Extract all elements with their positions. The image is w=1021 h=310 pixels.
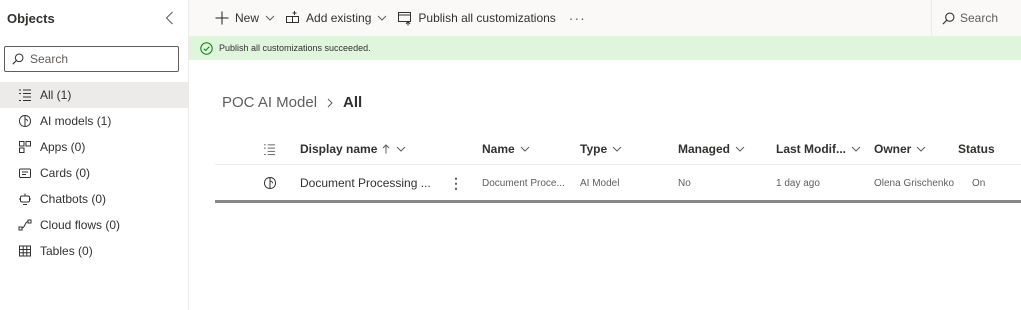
new-button[interactable]: New — [209, 0, 280, 36]
plus-icon — [214, 10, 230, 26]
apps-grid-icon — [18, 140, 32, 154]
flow-icon — [18, 218, 32, 232]
column-header-label: Name — [482, 142, 515, 156]
sidebar-item-apps[interactable]: Apps (0) — [0, 134, 188, 160]
command-search-button[interactable]: Search — [931, 0, 1021, 36]
publish-all-button[interactable]: Publish all customizations — [392, 0, 560, 36]
add-existing-button[interactable]: Add existing — [280, 0, 392, 36]
sidebar-item-chatbots[interactable]: Chatbots (0) — [0, 186, 188, 212]
column-header-display-name[interactable]: Display name — [300, 133, 406, 165]
row-name: Document Proce... — [482, 177, 565, 189]
add-existing-icon — [285, 10, 301, 26]
sidebar-nav: All (1) AI models (1) Apps (0) Cards (0)… — [0, 82, 188, 264]
objects-grid: Display name Name Type Managed Last Modi… — [215, 133, 1021, 203]
sidebar-item-label: Cloud flows (0) — [40, 218, 121, 232]
row-owner: Olena Grischenko — [874, 177, 955, 189]
column-header-type[interactable]: Type — [580, 133, 622, 165]
collapse-chevron-icon[interactable] — [162, 10, 178, 26]
column-header-label: Managed — [678, 142, 731, 156]
breadcrumb-parent[interactable]: POC AI Model — [222, 94, 317, 111]
chevron-down-icon — [916, 144, 926, 154]
brain-icon — [263, 165, 277, 201]
chevron-right-icon — [325, 98, 335, 108]
check-circle-icon — [200, 41, 213, 55]
column-header-label: Owner — [874, 142, 912, 156]
success-banner: Publish all customizations succeeded. — [189, 36, 1021, 60]
row-display-name[interactable]: Document Processing ... — [300, 165, 431, 201]
sidebar-search-input[interactable]: Search — [4, 46, 179, 72]
column-header-last-modified[interactable]: Last Modif... — [776, 133, 861, 165]
row-status: On — [972, 177, 986, 189]
sidebar-item-label: All (1) — [40, 88, 72, 102]
sidebar-item-tables[interactable]: Tables (0) — [0, 238, 188, 264]
sidebar-item-label: Chatbots (0) — [40, 192, 107, 206]
sidebar-item-all[interactable]: All (1) — [0, 82, 188, 108]
chatbot-icon — [18, 192, 32, 206]
sidebar-search-placeholder: Search — [30, 52, 69, 66]
publish-all-label: Publish all customizations — [418, 11, 556, 25]
table-icon — [18, 244, 32, 258]
chevron-down-icon — [520, 144, 530, 154]
sort-ascending-icon — [381, 144, 391, 154]
chevron-down-icon — [612, 144, 622, 154]
list-icon — [18, 88, 32, 102]
row-more-options-icon[interactable]: ⋮ — [449, 165, 463, 201]
sidebar-item-cards[interactable]: Cards (0) — [0, 160, 188, 186]
sidebar-item-label: AI models (1) — [40, 114, 112, 128]
sidebar-title: Objects — [7, 10, 55, 26]
row-managed: No — [678, 177, 691, 189]
objects-sidebar: Objects Search All (1) AI models (1) App… — [0, 0, 189, 310]
success-banner-message: Publish all customizations succeeded. — [219, 43, 371, 53]
table-row[interactable]: Document Processing ... ⋮ Document Proce… — [215, 165, 1021, 203]
chevron-down-icon — [396, 144, 406, 154]
sidebar-header: Objects — [0, 0, 188, 36]
chevron-down-icon — [265, 13, 275, 23]
sidebar-item-label: Cards (0) — [40, 166, 91, 180]
card-icon — [18, 166, 32, 180]
search-icon — [942, 12, 955, 25]
column-header-label: Last Modif... — [776, 142, 846, 156]
chevron-down-icon — [851, 144, 861, 154]
chevron-down-icon — [735, 144, 745, 154]
command-bar: New Add existing Publish all customizati… — [189, 0, 1021, 36]
column-type-icon — [263, 133, 276, 165]
column-header-label: Display name — [300, 142, 378, 156]
chevron-down-icon — [377, 13, 387, 23]
more-commands-icon[interactable]: ··· — [569, 10, 586, 26]
column-header-owner[interactable]: Owner — [874, 133, 926, 165]
command-search-label: Search — [960, 11, 999, 25]
breadcrumb-current: All — [343, 94, 363, 111]
breadcrumb: POC AI Model All — [222, 94, 362, 111]
add-existing-label: Add existing — [306, 11, 372, 25]
sidebar-item-ai-models[interactable]: AI models (1) — [0, 108, 188, 134]
sidebar-item-label: Apps (0) — [40, 140, 86, 154]
brain-icon — [18, 114, 32, 128]
column-header-status[interactable]: Status — [958, 133, 995, 165]
column-header-label: Type — [580, 142, 608, 156]
grid-header-row: Display name Name Type Managed Last Modi… — [215, 133, 1021, 165]
column-header-name[interactable]: Name — [482, 133, 530, 165]
column-header-label: Status — [958, 142, 995, 156]
sidebar-item-cloud-flows[interactable]: Cloud flows (0) — [0, 212, 188, 238]
column-header-managed[interactable]: Managed — [678, 133, 745, 165]
row-last-modified: 1 day ago — [776, 177, 820, 189]
new-button-label: New — [235, 11, 260, 25]
sidebar-item-label: Tables (0) — [40, 244, 93, 258]
row-type: AI Model — [580, 177, 620, 189]
publish-icon — [397, 10, 413, 26]
search-icon — [12, 53, 24, 65]
